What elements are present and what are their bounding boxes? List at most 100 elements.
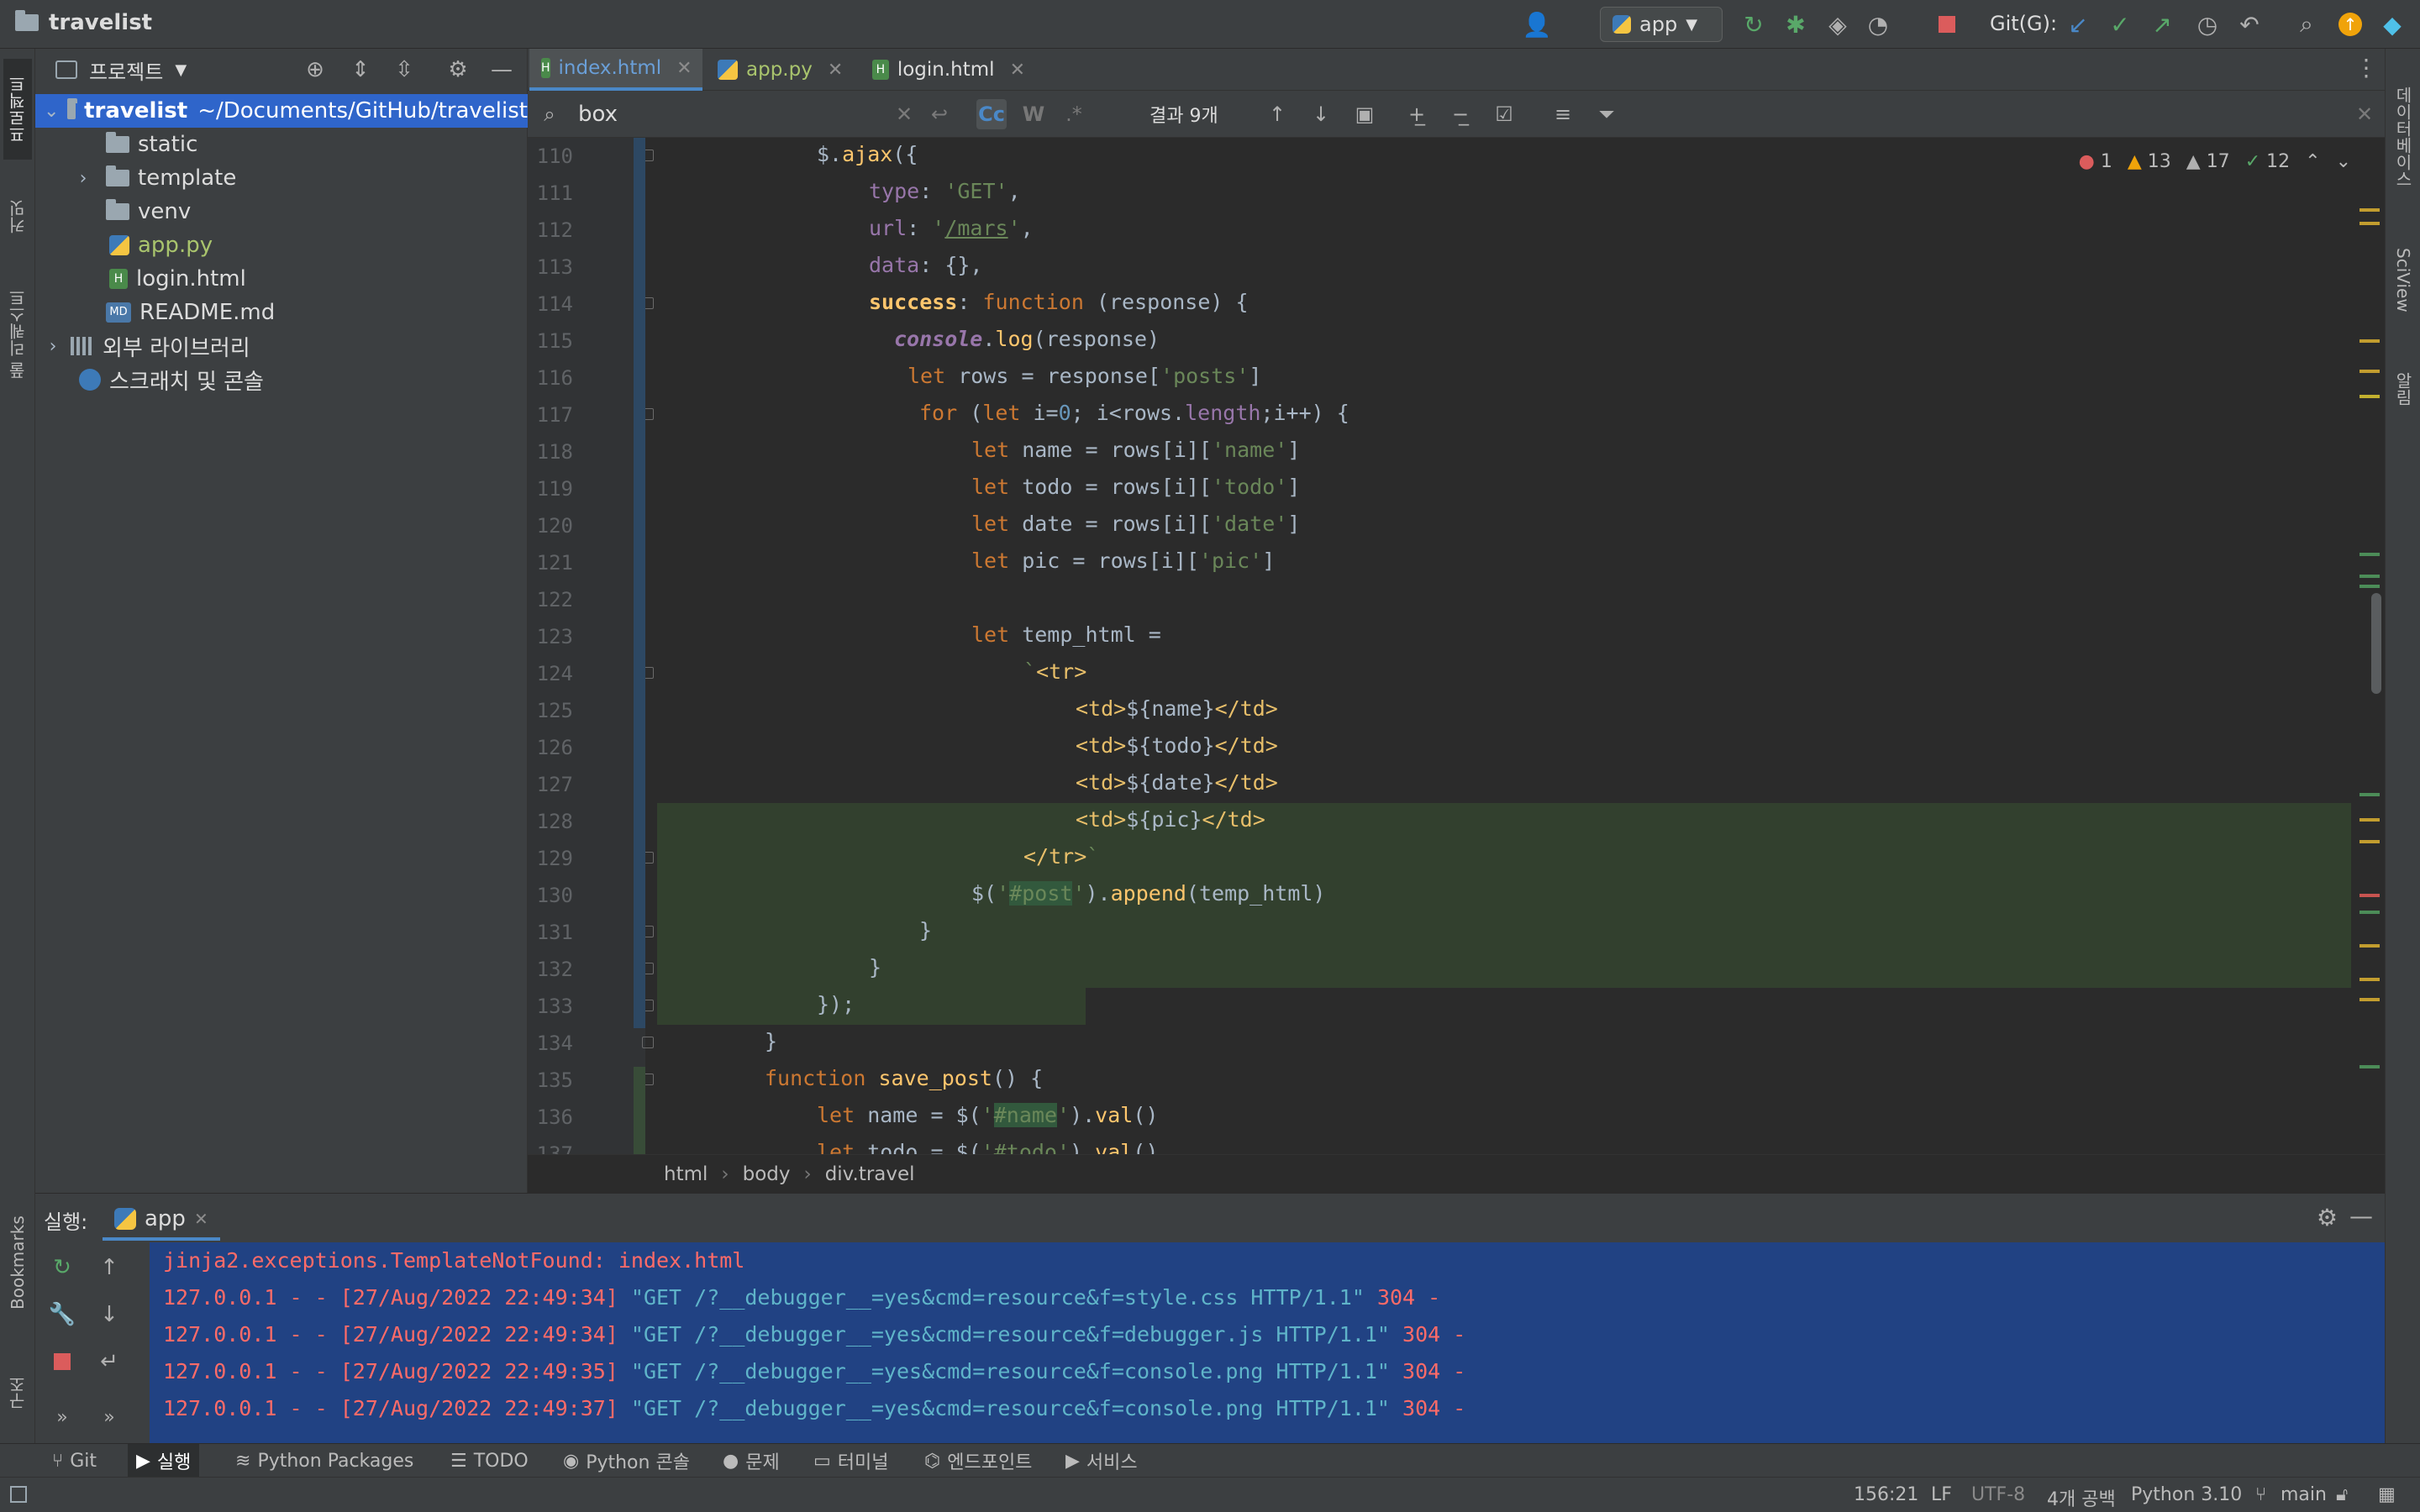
tool-tab-project[interactable]: 프로젝트 <box>3 59 32 160</box>
inspection-widget[interactable]: ● 1 ▲ 13 ▲ 17 ✓ 12 ⌃ ⌄ <box>2079 151 2351 172</box>
match-case-toggle[interactable]: Cc <box>976 99 1007 129</box>
run-tab-app[interactable]: app ✕ <box>103 1200 220 1241</box>
jetbrains-icon[interactable]: ◆ <box>2378 10 2407 39</box>
project-panel-title[interactable]: 프로젝트 <box>89 55 163 85</box>
remove-occurrence-icon[interactable]: −̲ <box>1445 99 1476 129</box>
code-editor[interactable]: 110 111 112 113 114 115 116 117 118 119 120 121 122 1… <box>528 138 2385 1154</box>
gear-icon[interactable]: ⚙ <box>444 55 472 84</box>
soft-wrap-icon[interactable]: ↵ <box>92 1345 126 1378</box>
close-icon[interactable]: ✕ <box>1010 60 1025 81</box>
minimize-icon[interactable]: — <box>487 55 516 84</box>
tool-window-list[interactable]: ☰ TODO <box>442 1444 537 1478</box>
chevron-right-icon[interactable]: › <box>74 168 92 189</box>
search-icon[interactable]: ⌕ <box>534 99 565 129</box>
collapse-all-icon[interactable]: ⇳ <box>390 55 418 84</box>
tool-window-terminal[interactable]: ▭ 터미널 <box>805 1444 897 1478</box>
arrow-up-icon[interactable]: ↑ <box>1262 99 1292 129</box>
chevron-right-icon[interactable]: › <box>44 336 62 357</box>
layout-icon[interactable] <box>10 1486 27 1503</box>
tab-login-html[interactable]: H login.html ✕ <box>860 49 1037 91</box>
more-icon[interactable]: » <box>45 1400 79 1434</box>
tool-window-git-branch[interactable]: ⑂ Git <box>44 1444 105 1478</box>
arrow-down-icon[interactable]: ↓ <box>1306 99 1336 129</box>
breadcrumb-div-travel[interactable]: div.travel <box>825 1163 915 1185</box>
indent-setting[interactable]: 4개 공백 <box>2047 1484 2116 1511</box>
gear-icon[interactable]: ⚙ <box>2317 1204 2338 1231</box>
python-interpreter[interactable]: Python 3.10 <box>2131 1484 2242 1505</box>
tree-item-app-py[interactable]: app.py <box>35 228 528 262</box>
tool-tab-sciview[interactable]: SciView <box>2389 225 2417 334</box>
rollback-icon[interactable]: ↶ <box>2235 10 2264 39</box>
coverage-icon[interactable]: ◈ <box>1823 10 1852 39</box>
git-update-icon[interactable]: ↙ <box>2064 10 2092 39</box>
chevron-down-icon[interactable]: ▼ <box>175 61 187 79</box>
tab-app-py[interactable]: app.py ✕ <box>706 49 857 91</box>
tool-window-endpoints[interactable]: ⌬ 엔드포인트 <box>916 1444 1040 1478</box>
tree-item-root[interactable]: ⌄ travelist ~/Documents/GitHub/travelist <box>35 94 528 128</box>
filter-icon[interactable]: ⏷ <box>1591 99 1622 129</box>
tree-item-external-libraries[interactable]: › 외부 라이브러리 <box>35 329 528 363</box>
tool-window-info[interactable]: ● 문제 <box>714 1444 788 1478</box>
history-icon[interactable]: ◷ <box>2193 10 2222 39</box>
tree-item-login-html[interactable]: H login.html <box>35 262 528 296</box>
caret-position[interactable]: 156:21 <box>1854 1484 1918 1505</box>
chevron-down-icon[interactable]: ⌄ <box>2336 151 2351 172</box>
tool-tab-bookmarks[interactable]: Bookmarks <box>3 1200 32 1326</box>
line-separator[interactable]: LF <box>1931 1484 1952 1505</box>
tool-tab-commit[interactable]: 커밋 <box>3 183 32 250</box>
run-config-selector[interactable]: app ▼ <box>1600 7 1723 42</box>
stop-icon[interactable] <box>1933 10 1961 39</box>
tool-window-python[interactable]: ◉ Python 콘솔 <box>555 1444 698 1478</box>
search-icon[interactable]: ⌕ <box>2292 10 2321 39</box>
newline-icon[interactable]: ↩ <box>924 99 955 129</box>
git-branch[interactable]: main <box>2281 1484 2327 1505</box>
arrow-up-icon[interactable]: ↑ <box>92 1251 126 1284</box>
tool-window-services[interactable]: ▶ 서비스 <box>1057 1444 1146 1478</box>
rerun-icon[interactable]: ↻ <box>1739 10 1768 39</box>
whole-word-toggle[interactable]: W <box>1018 99 1049 129</box>
tool-tab-pull-requests[interactable]: 풀 리퀘스트 <box>3 276 32 393</box>
tree-item-readme[interactable]: MD README.md <box>35 296 528 329</box>
tree-item-static[interactable]: static <box>35 128 528 161</box>
clear-icon[interactable]: ✕ <box>889 99 919 129</box>
update-icon[interactable]: ↑ <box>2336 10 2365 39</box>
console-output[interactable]: jinja2.exceptions.TemplateNotFound: inde… <box>150 1242 2385 1444</box>
tab-index-html[interactable]: H index.html ✕ <box>529 49 702 91</box>
breadcrumb-html[interactable]: html <box>664 1163 708 1185</box>
memory-icon[interactable]: ▦ <box>2378 1484 2396 1505</box>
tool-window-layers[interactable]: ≋ Python Packages <box>227 1444 422 1478</box>
tool-tab-notifications[interactable]: 알림 <box>2389 351 2417 427</box>
add-occurrence-icon[interactable]: +̲ <box>1402 99 1432 129</box>
tree-item-venv[interactable]: venv <box>35 195 528 228</box>
arrow-down-icon[interactable]: ↓ <box>92 1298 126 1331</box>
tool-tab-structure[interactable]: 구조 <box>3 1359 32 1426</box>
more-icon[interactable]: » <box>92 1400 126 1434</box>
user-icon[interactable]: 👤 <box>1523 10 1552 39</box>
tool-tab-database[interactable]: 데이터베이스 <box>2389 66 2417 208</box>
chevron-up-icon[interactable]: ⌃ <box>2305 151 2320 172</box>
more-icon[interactable]: ⋮ <box>2354 54 2378 81</box>
stop-icon[interactable] <box>45 1345 79 1378</box>
debug-icon[interactable]: ✱ <box>1781 10 1810 39</box>
locate-icon[interactable]: ⊕ <box>301 55 329 84</box>
breadcrumb-body[interactable]: body <box>743 1163 791 1185</box>
close-icon[interactable]: ✕ <box>676 58 692 79</box>
minimize-icon[interactable]: — <box>2349 1202 2373 1230</box>
scrollbar-thumb[interactable] <box>2371 593 2381 694</box>
tool-window-play[interactable]: ▶ 실행 <box>128 1444 200 1478</box>
file-encoding[interactable]: UTF-8 <box>1971 1484 2025 1505</box>
open-in-window-icon[interactable]: ▣ <box>1349 99 1380 129</box>
close-icon[interactable]: ✕ <box>194 1209 208 1229</box>
close-icon[interactable]: ✕ <box>2349 99 2380 129</box>
close-icon[interactable]: ✕ <box>828 60 843 81</box>
project-switcher[interactable]: travelist <box>15 10 152 35</box>
git-commit-icon[interactable]: ✓ <box>2106 10 2134 39</box>
filter-lines-icon[interactable]: ≡ <box>1548 99 1578 129</box>
tree-item-scratches[interactable]: 스크래치 및 콘솔 <box>35 363 528 396</box>
tree-item-template[interactable]: › template <box>35 161 528 195</box>
fold-marker[interactable] <box>642 1037 654 1048</box>
expand-all-icon[interactable]: ⇕ <box>346 55 375 84</box>
profile-icon[interactable]: ◔ <box>1864 10 1892 39</box>
regex-toggle[interactable]: .* <box>1059 99 1089 129</box>
git-push-icon[interactable]: ↗ <box>2148 10 2176 39</box>
